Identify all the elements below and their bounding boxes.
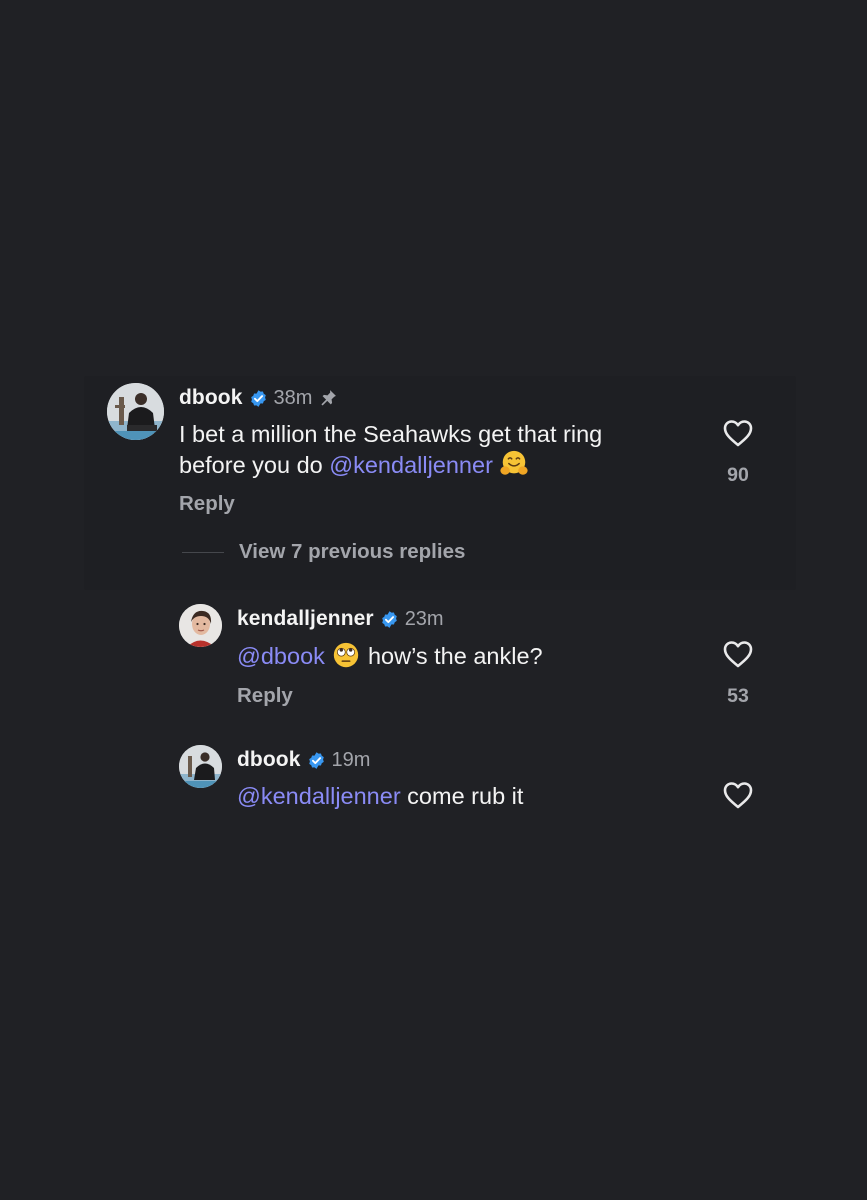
avatar[interactable] (179, 745, 222, 788)
like-count: 53 (727, 685, 749, 707)
username[interactable]: dbook (237, 748, 301, 772)
verified-badge-icon (307, 751, 326, 770)
verified-badge-icon (249, 389, 268, 408)
username[interactable]: kendalljenner (237, 607, 374, 631)
like-count: 90 (727, 464, 749, 486)
comment-time: 38m (273, 386, 313, 409)
heart-icon[interactable] (722, 780, 754, 810)
like-control: 90 (721, 418, 755, 487)
reply-button[interactable]: Reply (179, 492, 235, 516)
reply-button[interactable]: Reply (237, 684, 293, 708)
comment-time: 23m (404, 607, 444, 630)
divider (182, 551, 224, 553)
mention-link[interactable]: @kendalljenner (329, 452, 493, 478)
avatar[interactable] (179, 604, 222, 647)
username[interactable]: dbook (179, 386, 243, 410)
mention-link[interactable]: @kendalljenner (237, 783, 401, 809)
heart-icon[interactable] (722, 639, 754, 669)
view-previous-replies-label: View 7 previous replies (239, 540, 466, 563)
pin-icon (318, 388, 338, 408)
view-previous-replies-button[interactable]: View 7 previous replies (182, 540, 465, 564)
comment-meta: kendalljenner 23m (237, 607, 444, 631)
mention-link[interactable]: @dbook (237, 643, 325, 669)
comment-text: I bet a million the Seahawks get that ri… (179, 419, 602, 480)
comment-time: 19m (331, 748, 371, 771)
comment-text: @dbook how’s the ankle? (237, 640, 543, 671)
comment-text-line1: I bet a million the Seahawks get that ri… (179, 421, 603, 447)
like-control: 53 (721, 639, 755, 708)
comment-text-body: come rub it (400, 783, 524, 809)
rolling-eyes-emoji-icon (331, 640, 361, 670)
comment-text: @kendalljenner come rub it (237, 781, 523, 811)
hugging-face-emoji-icon (499, 449, 529, 479)
comment-meta: dbook 19m (237, 748, 370, 772)
verified-badge-icon (380, 610, 399, 629)
comment-meta: dbook 38m (179, 386, 338, 410)
avatar[interactable] (107, 383, 164, 440)
comment-text-line2: before you do (179, 452, 330, 478)
like-control (721, 780, 755, 810)
comment-text-body: how’s the ankle? (367, 643, 543, 669)
heart-icon[interactable] (722, 418, 754, 448)
